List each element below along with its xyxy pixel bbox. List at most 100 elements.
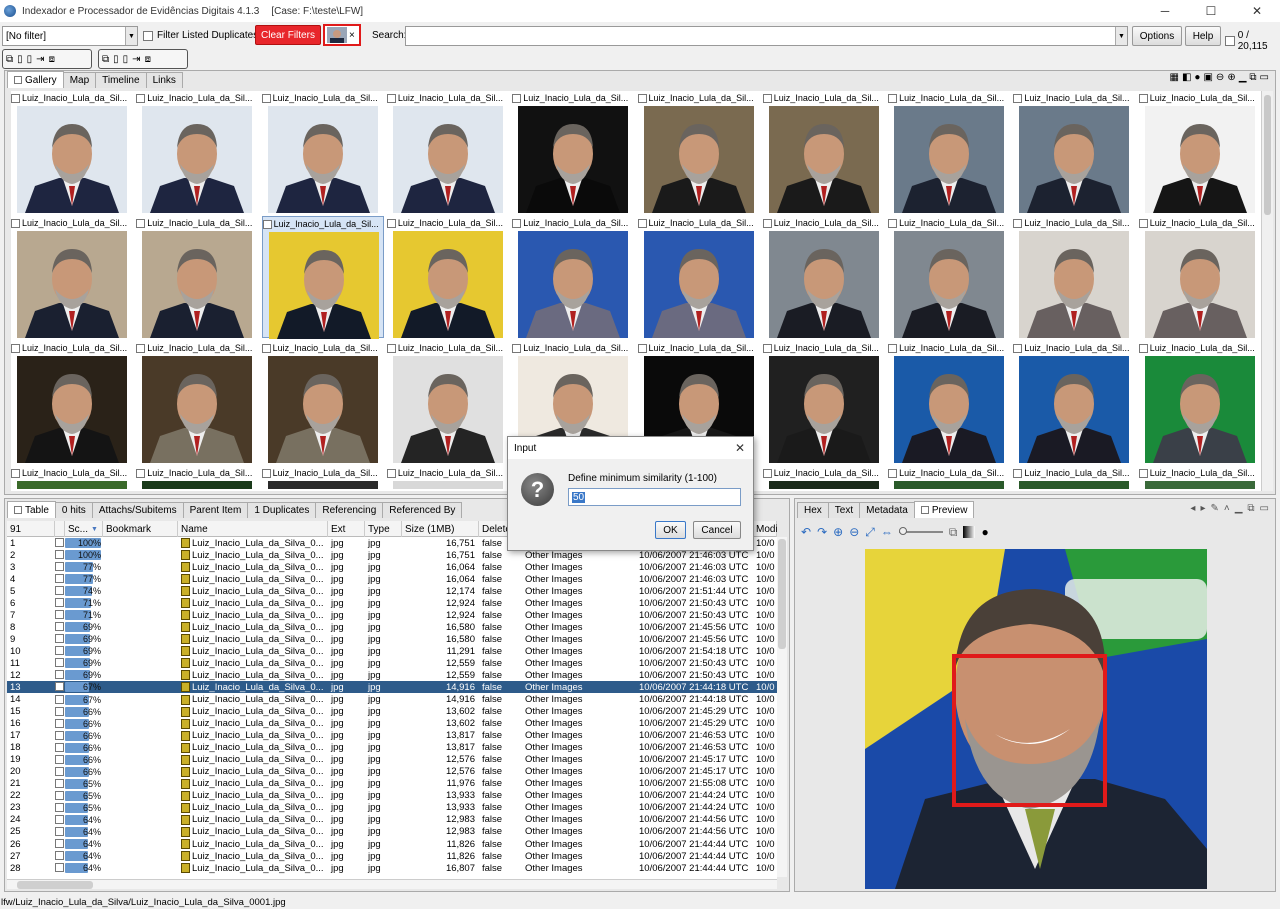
tab-referencing[interactable]: Referencing [315,502,384,518]
gallery-item-checkbox[interactable] [512,343,522,353]
gallery-item[interactable]: Luiz_Inacio_Lula_da_Sil... [888,341,1010,463]
gallery-item-checkbox[interactable] [136,218,146,228]
table-row[interactable]: 23 Luiz_Inacio_Lula_da_Silva_0... jpg jpg 13… [7,802,777,814]
gallery-item-checkbox[interactable] [1013,218,1023,228]
window-icon[interactable]: ⧈ [49,54,55,65]
zoom-in-icon[interactable]: ⊕ [1227,72,1235,83]
gallery-item[interactable]: Luiz_Inacio_Lula_da_Sil... [11,91,133,213]
tab-timeline[interactable]: Timeline [95,72,147,88]
row-checkbox[interactable] [55,839,64,848]
gallery-item-checkbox[interactable] [1013,468,1023,478]
tab-hits[interactable]: 0 hits [54,502,93,518]
gallery-item[interactable]: Luiz_Inacio_Lula_da_Sil... [512,91,634,213]
face-filter-chip[interactable]: × [323,24,361,46]
gallery-item-checkbox[interactable] [386,218,396,228]
face-icon[interactable]: ▣ [1203,72,1212,83]
gallery-item[interactable]: Luiz_Inacio_Lula_da_Sil... [512,216,634,338]
contrast-icon[interactable]: ◧ [1182,72,1191,83]
gallery-item[interactable]: Luiz_Inacio_Lula_da_Sil... [136,216,258,338]
dot-icon[interactable]: ● [981,525,988,539]
row-checkbox[interactable] [55,562,64,572]
row-checkbox[interactable] [55,706,64,716]
header-type[interactable]: Type [365,521,402,537]
header-size[interactable]: Size (1MB) [402,521,479,537]
gallery-item-checkbox[interactable] [11,218,20,228]
page-icon[interactable]: ▯ [113,54,119,65]
arrow-right-icon[interactable]: ▸ [1200,503,1205,514]
table-row[interactable]: 26 Luiz_Inacio_Lula_da_Silva_0... jpg jpg 11… [7,838,777,850]
row-checkbox[interactable] [55,863,64,873]
gallery-item-checkbox[interactable] [512,93,522,103]
gallery-item-checkbox[interactable] [1013,93,1023,103]
gallery-item-checkbox[interactable] [637,93,647,103]
table-row[interactable]: 4 Luiz_Inacio_Lula_da_Silva_0... jpg jpg 16,… [7,573,777,585]
copy-image-icon[interactable]: ⧉ [949,525,958,540]
row-checkbox[interactable] [55,802,64,812]
table-row[interactable]: 27 Luiz_Inacio_Lula_da_Silva_0... jpg jpg 11… [7,850,777,862]
gallery-item-checkbox[interactable] [1138,343,1148,353]
gallery-item-checkbox[interactable] [888,343,898,353]
gallery-item[interactable]: Luiz_Inacio_Lula_da_Sil... [136,341,258,463]
row-checkbox[interactable] [55,598,64,608]
header-modified[interactable]: Modi [753,521,777,537]
table-row[interactable]: 25 Luiz_Inacio_Lula_da_Silva_0... jpg jpg 12… [7,826,777,838]
table-row[interactable]: 24 Luiz_Inacio_Lula_da_Silva_0... jpg jpg 12… [7,814,777,826]
tab-parent[interactable]: Parent Item [182,502,249,518]
header-bookmark[interactable]: Bookmark [103,521,178,537]
table-row[interactable]: 17 Luiz_Inacio_Lula_da_Silva_0... jpg jpg 13… [7,730,777,742]
gallery-item-checkbox[interactable] [762,468,772,478]
gallery-item-checkbox[interactable] [1138,468,1148,478]
header-score[interactable]: Sc... ▼ [65,521,103,537]
gallery-item-checkbox[interactable] [1013,343,1023,353]
gallery-item-checkbox[interactable] [386,93,396,103]
row-checkbox[interactable] [55,718,64,728]
gallery-item-checkbox[interactable] [637,218,647,228]
table-row[interactable]: 28 Luiz_Inacio_Lula_da_Silva_0... jpg jpg 16… [7,862,777,874]
tab-duplicates[interactable]: 1 Duplicates [247,502,317,518]
chevron-up-icon[interactable]: ˄ [1224,503,1230,514]
gallery-item-checkbox[interactable] [1138,93,1148,103]
gallery-item-checkbox[interactable] [11,343,20,353]
row-checkbox[interactable] [55,634,64,644]
page-icon[interactable]: ▯ [123,54,129,65]
row-checkbox[interactable] [55,622,64,632]
gallery-item[interactable]: Luiz_Inacio_Lula_da_Sil... [1138,341,1261,463]
gallery-item[interactable]: Luiz_Inacio_Lula_da_Sil... [261,91,384,213]
tab-attachs[interactable]: Attachs/Subitems [91,502,184,518]
options-button[interactable]: Options [1132,26,1182,46]
tab-gallery[interactable]: Gallery [7,71,64,88]
table-row[interactable]: 5 Luiz_Inacio_Lula_da_Silva_0... jpg jpg 12,… [7,585,777,597]
gallery-scrollbar[interactable] [1261,91,1273,491]
row-checkbox[interactable] [55,646,64,656]
scrollbar-thumb[interactable] [778,539,786,649]
gallery-item[interactable]: Luiz_Inacio_Lula_da_Sil... [386,216,509,338]
dot-icon[interactable]: ● [1194,72,1200,83]
scrollbar-thumb[interactable] [1264,95,1271,215]
gallery-item[interactable]: Luiz_Inacio_Lula_da_Sil... [1138,466,1261,491]
fit-window-icon[interactable]: ⤢ [865,525,875,540]
gallery-item[interactable]: Luiz_Inacio_Lula_da_Sil... [888,466,1010,491]
row-checkbox[interactable] [55,550,64,560]
gallery-item[interactable]: Luiz_Inacio_Lula_da_Sil... [261,216,384,339]
tab-preview[interactable]: Preview [913,501,975,518]
gallery-item[interactable]: Luiz_Inacio_Lula_da_Sil... [1138,216,1261,338]
row-checkbox[interactable] [55,766,64,776]
maximize-button[interactable]: ☐ [1188,0,1234,22]
gallery-item-checkbox[interactable] [637,343,647,353]
table-row[interactable]: 7 Luiz_Inacio_Lula_da_Silva_0... jpg jpg 12,… [7,609,777,621]
gallery-item-checkbox[interactable] [262,219,272,229]
gallery-item-checkbox[interactable] [261,468,271,478]
arrow-right-icon[interactable]: ⇥ [132,54,140,65]
restore-panel-icon[interactable]: ⧉ [1247,503,1254,514]
table-row[interactable]: 15 Luiz_Inacio_Lula_da_Silva_0... jpg jpg 13… [7,706,777,718]
gallery-item[interactable]: Luiz_Inacio_Lula_da_Sil... [762,341,885,463]
grid-view-icon[interactable]: ▦ [1170,72,1179,83]
table-scrollbar[interactable] [777,537,787,877]
gallery-item[interactable]: Luiz_Inacio_Lula_da_Sil... [1013,91,1135,213]
cancel-button[interactable]: Cancel [693,521,741,539]
row-checkbox[interactable] [55,742,64,752]
gallery-item[interactable]: Luiz_Inacio_Lula_da_Sil... [261,341,384,463]
filter-select[interactable]: [No filter] ▼ [2,26,138,46]
gallery-item[interactable]: Luiz_Inacio_Lula_da_Sil... [762,91,885,213]
help-button[interactable]: Help [1185,26,1221,46]
